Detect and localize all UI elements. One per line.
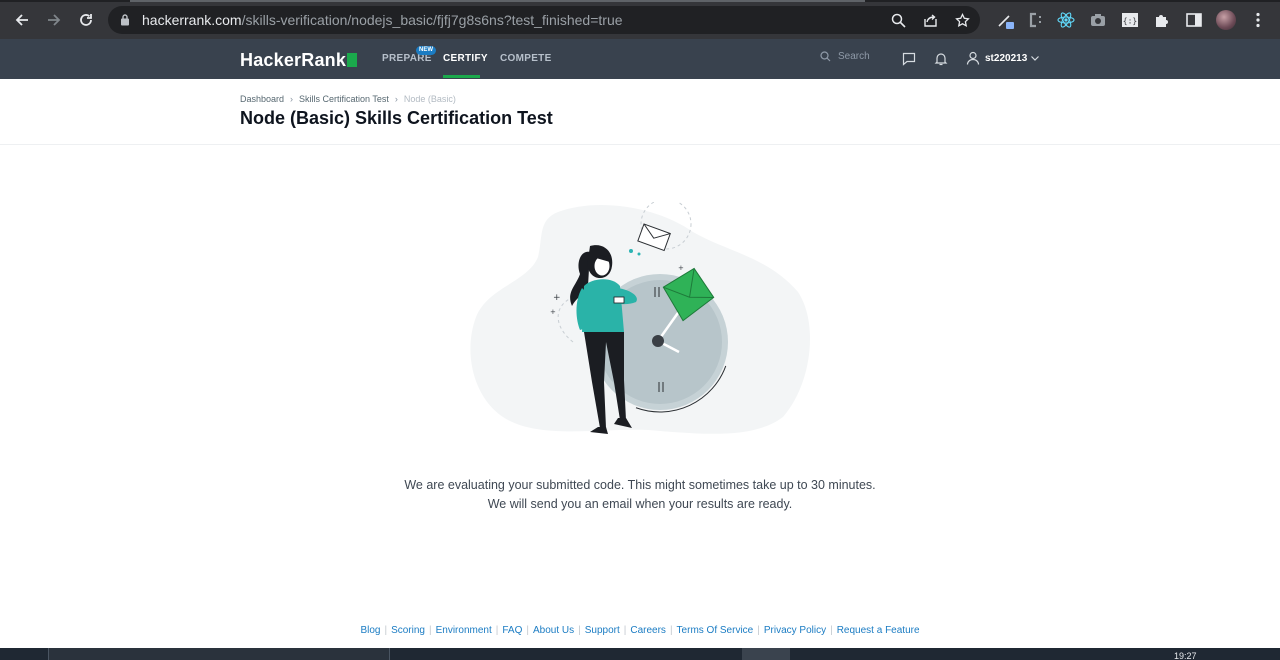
- main-content: + + + We are evaluating your submitted c…: [0, 146, 1280, 646]
- message-line-1: We are evaluating your submitted code. T…: [404, 478, 876, 492]
- back-arrow-icon[interactable]: [10, 8, 34, 32]
- chat-icon[interactable]: [901, 51, 917, 67]
- react-icon[interactable]: [1056, 10, 1076, 30]
- footer-link-support[interactable]: Support: [585, 625, 620, 636]
- tray-clock[interactable]: 19:27: [1174, 651, 1197, 660]
- reload-icon[interactable]: [74, 8, 98, 32]
- username: st220213: [985, 52, 1028, 64]
- address-bar[interactable]: hackerrank.com/skills-verification/nodej…: [108, 6, 980, 34]
- footer-link-careers[interactable]: Careers: [630, 625, 666, 636]
- breadcrumb-dashboard[interactable]: Dashboard: [240, 94, 284, 104]
- lock-icon[interactable]: [120, 13, 130, 31]
- svg-text:+: +: [678, 264, 684, 272]
- breadcrumb: Dashboard › Skills Certification Test › …: [240, 94, 456, 104]
- footer-divider: |: [623, 625, 627, 636]
- chevron-down-icon: [1031, 56, 1040, 61]
- footer-link-about[interactable]: About Us: [533, 625, 574, 636]
- puzzle-icon[interactable]: [1152, 10, 1172, 30]
- share-icon[interactable]: [921, 11, 939, 29]
- hackerrank-logo[interactable]: HackerRank: [240, 50, 358, 71]
- site-header: HackerRank PREPARE NEW CERTIFY COMPETE S…: [0, 39, 1280, 79]
- footer-divider: |: [757, 625, 760, 636]
- svg-text:{:}: {:}: [1123, 17, 1137, 26]
- breadcrumb-current: Node (Basic): [403, 94, 456, 104]
- footer-link-request-feature[interactable]: Request a Feature: [837, 625, 920, 636]
- footer-link-privacy[interactable]: Privacy Policy: [764, 625, 826, 636]
- footer-divider: |: [526, 625, 529, 636]
- browser-toolbar: hackerrank.com/skills-verification/nodej…: [0, 0, 1280, 39]
- evaluation-message: We are evaluating your submitted code. T…: [340, 476, 940, 514]
- menu-icon[interactable]: [1248, 10, 1268, 30]
- pen-extension-icon[interactable]: [995, 10, 1015, 30]
- logo-square: [347, 53, 358, 67]
- footer-link-faq[interactable]: FAQ: [502, 625, 522, 636]
- active-nav-indicator: [443, 75, 480, 78]
- footer: Blog | Scoring | Environment | FAQ | About Us | Su…: [0, 625, 1280, 636]
- taskbar-active-app[interactable]: [742, 648, 790, 660]
- url-host: hackerrank.com: [142, 12, 242, 28]
- header-search[interactable]: Search: [820, 51, 870, 62]
- star-icon[interactable]: [953, 11, 971, 29]
- camera-icon[interactable]: [1088, 10, 1108, 30]
- nav-compete[interactable]: COMPETE: [500, 53, 552, 64]
- page-header: Dashboard › Skills Certification Test › …: [0, 79, 1280, 145]
- footer-link-terms[interactable]: Terms Of Service: [677, 625, 754, 636]
- taskbar-widget-area[interactable]: [48, 648, 390, 660]
- footer-divider: |: [428, 625, 432, 636]
- svg-text:+: +: [550, 308, 556, 316]
- search-icon: [820, 51, 831, 62]
- chevron-right-icon: ›: [290, 94, 294, 104]
- footer-divider: |: [669, 625, 673, 636]
- chevron-right-icon: ›: [394, 94, 398, 104]
- css-extension-icon[interactable]: [1025, 10, 1045, 30]
- page-title: Node (Basic) Skills Certification Test: [240, 108, 553, 128]
- footer-link-blog[interactable]: Blog: [360, 625, 380, 636]
- json-extension-icon[interactable]: {:}: [1120, 10, 1140, 30]
- footer-link-scoring[interactable]: Scoring: [391, 625, 425, 636]
- footer-divider: |: [830, 625, 833, 636]
- sidebar-icon[interactable]: [1184, 10, 1204, 30]
- profile-avatar[interactable]: [1216, 10, 1236, 30]
- new-badge: NEW: [416, 46, 436, 55]
- nav-certify[interactable]: CERTIFY: [443, 53, 488, 64]
- breadcrumb-skills-test[interactable]: Skills Certification Test: [299, 94, 389, 104]
- search-placeholder: Search: [838, 51, 870, 62]
- url-path: /skills-verification/nodejs_basic/fjfj7g…: [241, 12, 623, 28]
- logo-text: HackerRank: [240, 50, 347, 70]
- footer-divider: |: [495, 625, 499, 636]
- user-menu[interactable]: st220213: [966, 51, 1040, 65]
- svg-text:+: +: [553, 293, 561, 303]
- footer-divider: |: [384, 625, 388, 636]
- url-text[interactable]: hackerrank.com/skills-verification/nodej…: [142, 12, 623, 28]
- tab-strip-edge: [0, 0, 1280, 2]
- user-icon: [966, 51, 980, 65]
- footer-divider: |: [578, 625, 581, 636]
- evaluation-illustration: + + +: [468, 198, 813, 440]
- forward-arrow-icon[interactable]: [42, 8, 66, 32]
- bell-icon[interactable]: [933, 51, 949, 67]
- zoom-icon[interactable]: [889, 11, 907, 29]
- footer-link-environment[interactable]: Environment: [436, 625, 492, 636]
- message-line-2: We will send you an email when your resu…: [487, 497, 793, 511]
